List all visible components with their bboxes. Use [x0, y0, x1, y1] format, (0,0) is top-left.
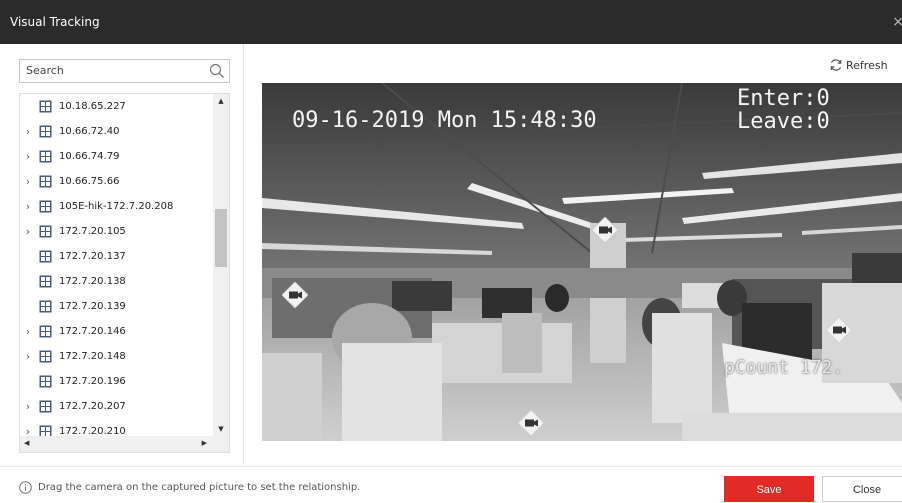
info-icon	[19, 481, 32, 494]
osd-datetime: 09-16-2019 Mon 15:48:30	[292, 108, 597, 133]
device-icon	[39, 275, 52, 288]
device-tree-list: 10.18.65.227 › 10.66.72.40 › 10.66.74.79 › 10.…	[20, 94, 213, 444]
tree-item-label: 10.66.75.66	[59, 176, 120, 187]
device-icon	[39, 250, 52, 263]
device-icon	[39, 100, 52, 113]
tree-item-label: 172.7.20.146	[59, 326, 126, 337]
search-icon[interactable]	[209, 63, 225, 79]
device-icon	[39, 300, 52, 313]
osd-leave-count: Leave:0	[737, 109, 830, 134]
chevron-right-icon[interactable]: ›	[23, 194, 33, 219]
device-icon	[39, 375, 52, 388]
tree-item[interactable]: 172.7.20.196	[20, 369, 213, 394]
chevron-right-icon[interactable]: ›	[23, 319, 33, 344]
hint-label: Drag the camera on the captured picture …	[38, 482, 361, 493]
tree-item[interactable]: › 172.7.20.148	[20, 344, 213, 369]
device-icon	[39, 200, 52, 213]
chevron-right-icon[interactable]: ›	[23, 169, 33, 194]
scroll-right-icon[interactable]: ▶	[202, 439, 207, 447]
refresh-label: Refresh	[846, 58, 888, 72]
camera-marker-icon[interactable]	[282, 282, 308, 308]
camera-marker-icon[interactable]	[826, 317, 852, 343]
device-icon	[39, 225, 52, 238]
window-close-icon[interactable]: ×	[892, 0, 902, 44]
tree-item-label: 172.7.20.105	[59, 226, 126, 237]
tree-item-label: 172.7.20.139	[59, 301, 126, 312]
tree-item[interactable]: › 10.66.72.40	[20, 119, 213, 144]
device-icon	[39, 175, 52, 188]
footer-divider	[0, 466, 902, 467]
device-icon	[39, 400, 52, 413]
tree-item-label: 172.7.20.137	[59, 251, 126, 262]
refresh-button[interactable]: Refresh	[829, 57, 888, 73]
device-icon	[39, 125, 52, 138]
device-tree[interactable]: 10.18.65.227 › 10.66.72.40 › 10.66.74.79 › 10.…	[19, 93, 230, 453]
tree-item-label: 172.7.20.148	[59, 351, 126, 362]
tree-item[interactable]: › 105E-hik-172.7.20.208	[20, 194, 213, 219]
close-button[interactable]: Close	[822, 476, 902, 502]
tree-horizontal-scrollbar[interactable]: ◀ ▶	[20, 436, 229, 452]
scroll-left-icon[interactable]: ◀	[24, 439, 29, 447]
captured-picture[interactable]: 09-16-2019 Mon 15:48:30 Enter:0 Leave:0 …	[262, 83, 902, 441]
scroll-down-icon[interactable]: ▼	[213, 425, 229, 433]
tree-item-label: 10.18.65.227	[59, 101, 126, 112]
camera-marker-icon[interactable]	[518, 410, 544, 436]
tree-item[interactable]: › 10.66.75.66	[20, 169, 213, 194]
tree-item[interactable]: 172.7.20.138	[20, 269, 213, 294]
window-title: Visual Tracking	[10, 15, 100, 29]
tree-item[interactable]: › 172.7.20.146	[20, 319, 213, 344]
save-button[interactable]: Save	[724, 476, 814, 502]
tree-item[interactable]: 172.7.20.137	[20, 244, 213, 269]
device-icon	[39, 325, 52, 338]
chevron-right-icon[interactable]: ›	[23, 144, 33, 169]
chevron-right-icon[interactable]: ›	[23, 219, 33, 244]
tree-item-label: 10.66.72.40	[59, 126, 120, 137]
scrollbar-thumb[interactable]	[215, 209, 227, 267]
tree-vertical-scrollbar[interactable]: ▲ ▼	[213, 94, 229, 436]
camera-marker-icon[interactable]	[592, 217, 618, 243]
chevron-right-icon[interactable]: ›	[23, 344, 33, 369]
tree-item-label: 10.66.74.79	[59, 151, 120, 162]
refresh-icon	[830, 59, 842, 71]
hint-text: Drag the camera on the captured picture …	[19, 481, 360, 494]
tree-item[interactable]: 10.18.65.227	[20, 94, 213, 119]
tree-item[interactable]: 172.7.20.139	[20, 294, 213, 319]
title-bar: Visual Tracking ×	[0, 0, 902, 44]
search-placeholder: Search	[26, 64, 64, 77]
tree-item-label: 172.7.20.207	[59, 401, 126, 412]
tree-item[interactable]: › 172.7.20.105	[20, 219, 213, 244]
device-icon	[39, 150, 52, 163]
device-icon	[39, 350, 52, 363]
chevron-right-icon[interactable]: ›	[23, 119, 33, 144]
tree-item-label: 105E-hik-172.7.20.208	[59, 201, 174, 212]
scroll-up-icon[interactable]: ▲	[213, 97, 229, 105]
osd-enter-count: Enter:0	[737, 86, 830, 111]
office-scene-image	[262, 83, 902, 441]
osd-camera-name: pCount 172.	[724, 357, 844, 378]
search-input[interactable]: Search	[19, 59, 230, 83]
panel-divider	[243, 44, 244, 464]
chevron-right-icon[interactable]: ›	[23, 394, 33, 419]
tree-item[interactable]: › 172.7.20.207	[20, 394, 213, 419]
tree-item[interactable]: › 10.66.74.79	[20, 144, 213, 169]
tree-item-label: 172.7.20.196	[59, 376, 126, 387]
tree-item-label: 172.7.20.138	[59, 276, 126, 287]
